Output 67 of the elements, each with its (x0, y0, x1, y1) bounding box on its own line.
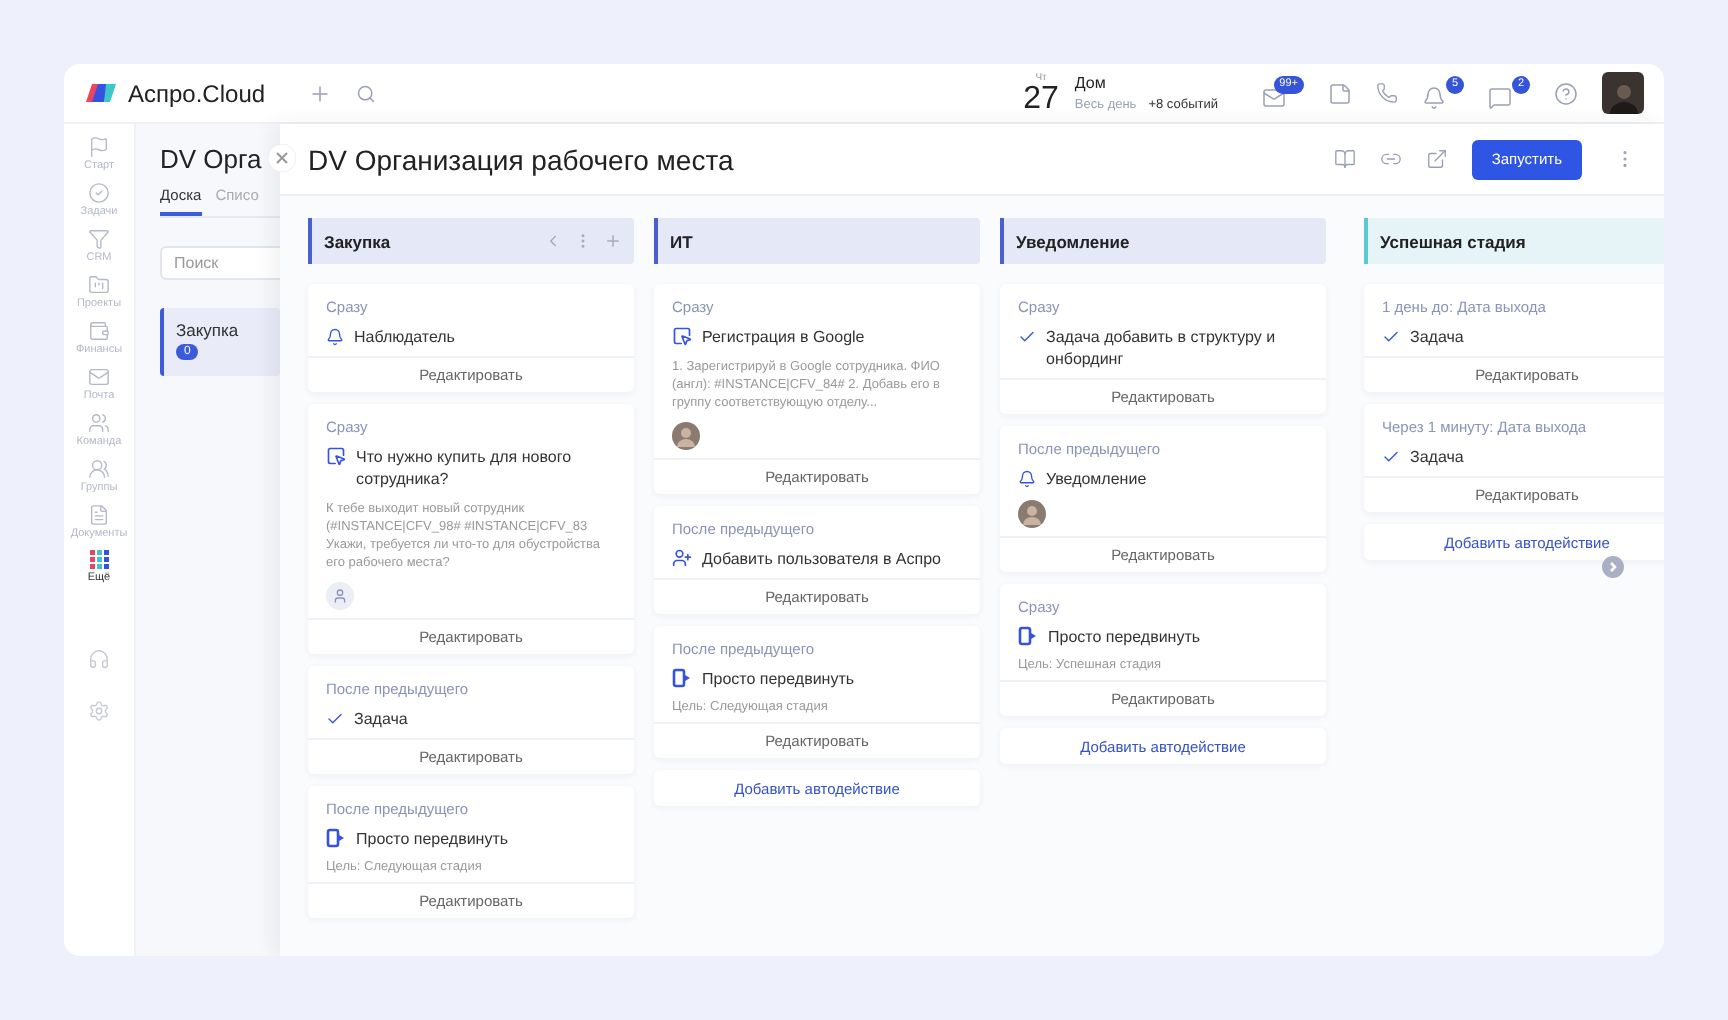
check-icon (1382, 448, 1400, 466)
flag-icon (88, 136, 110, 158)
event-title: Дом (1074, 74, 1108, 92)
app-logo-text: Аспро.Cloud (128, 79, 266, 107)
bell-icon[interactable] (1422, 86, 1446, 110)
action-title: Просто передвинуть (356, 828, 509, 850)
group-icon (88, 458, 110, 480)
panel-title: DV Организация рабочего места (308, 143, 736, 175)
action-title: Наблюдатель (354, 326, 455, 348)
action-title: Регистрация в Google (702, 326, 865, 348)
day-number: 27 (1023, 84, 1059, 114)
stage-name: Закупка (324, 231, 393, 251)
action-title: Просто передвинуть (702, 668, 855, 690)
mail-icon[interactable] (1262, 86, 1286, 110)
add-icon[interactable] (604, 232, 622, 250)
notes-button[interactable] (1328, 81, 1352, 105)
book-icon[interactable] (1333, 148, 1356, 170)
action-title: Что нужно купить для нового сотрудника? (356, 446, 574, 490)
action-title: Уведомление (1046, 468, 1147, 490)
scroll-right-button[interactable] (1602, 556, 1624, 578)
action-title: Задача (354, 708, 408, 730)
check-icon (1018, 328, 1036, 346)
wallet-icon (88, 320, 110, 342)
mail-icon (88, 366, 110, 388)
user-plus-icon (672, 548, 692, 568)
stage-name: Успешная стадия (1380, 231, 1528, 251)
action-title: Задача (1410, 326, 1464, 348)
check-icon (1382, 328, 1400, 346)
external-link-icon[interactable] (1425, 148, 1448, 170)
phone-button[interactable] (1376, 82, 1398, 104)
folder-icon (88, 274, 110, 296)
stage-name: Уведомление (1016, 231, 1132, 251)
action-title: Добавить пользователя в Аспро (702, 548, 941, 570)
page-title: DV Орга (160, 144, 262, 174)
headphones-icon[interactable] (88, 648, 110, 670)
apps-grid-icon (89, 550, 109, 570)
settings-icon[interactable] (88, 700, 110, 722)
users-icon (88, 412, 110, 434)
action-title: Просто передвинуть (1048, 626, 1201, 648)
stage-name: ИТ (670, 231, 695, 251)
document-icon (88, 504, 110, 526)
form-icon (326, 446, 346, 466)
user-avatar (326, 582, 354, 610)
form-icon (672, 326, 692, 346)
logo-icon (84, 82, 118, 104)
user-avatar (672, 422, 700, 450)
bell-icon (1018, 470, 1036, 488)
close-button[interactable] (268, 144, 296, 172)
check-icon (326, 710, 344, 728)
funnel-icon (88, 228, 110, 250)
bell-icon (326, 328, 344, 346)
move-icon (672, 668, 692, 688)
chat-icon[interactable] (1488, 86, 1512, 110)
action-title: Задача добавить в структуру и онбординг (1046, 326, 1278, 370)
search-button[interactable] (356, 83, 376, 103)
user-avatar (1018, 500, 1046, 528)
move-icon (326, 828, 346, 848)
search-field[interactable]: Поиск (160, 246, 280, 280)
help-button[interactable] (1554, 81, 1578, 105)
link-icon[interactable] (1379, 148, 1402, 170)
add-button[interactable] (308, 81, 332, 105)
user-avatar[interactable] (1602, 72, 1644, 114)
move-icon (1018, 626, 1038, 646)
stage-name: Закупка (176, 320, 241, 340)
check-circle-icon (88, 182, 110, 204)
chevron-left-icon[interactable] (544, 232, 562, 250)
action-title: Задача (1410, 446, 1464, 468)
